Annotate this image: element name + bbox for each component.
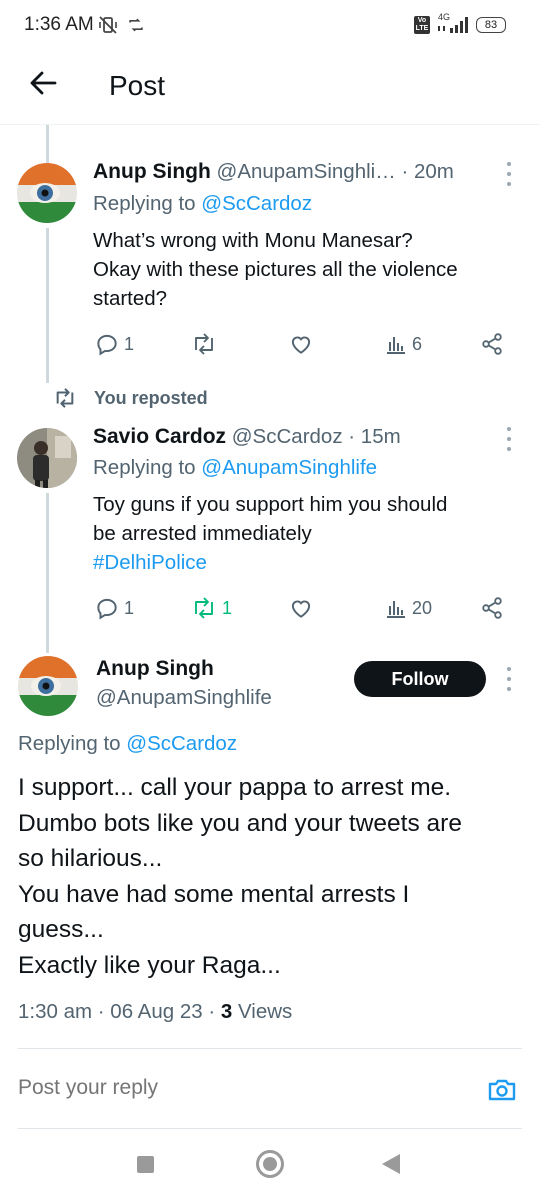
replying-to: Replying to @AnupamSinghlife bbox=[93, 456, 377, 480]
back-arrow-icon[interactable] bbox=[28, 68, 58, 98]
tweet-text-line: What’s wrong with Monu Manesar? bbox=[93, 229, 413, 252]
tweet-text-line: Dumbo bots like you and your tweets are bbox=[18, 809, 462, 837]
tweet-text-line: I support... call your pappa to arrest m… bbox=[18, 774, 452, 801]
heart-icon bbox=[291, 600, 311, 618]
repost-label-text: You reposted bbox=[94, 387, 208, 408]
reply-count: 1 bbox=[124, 333, 135, 354]
author-name-wrap: Anup Singh bbox=[96, 657, 214, 681]
more-options-icon[interactable] bbox=[504, 427, 514, 451]
replying-to: Replying to @ScCardoz bbox=[18, 732, 237, 756]
vibrate-off-icon bbox=[99, 16, 117, 34]
tweet-header: Savio Cardoz @ScCardoz · 15m bbox=[93, 425, 401, 449]
tweet-text-line: You have had some mental arrests I bbox=[18, 880, 410, 908]
follow-button[interactable]: Follow bbox=[354, 661, 486, 697]
repost-icon bbox=[195, 333, 213, 355]
thread-connector bbox=[46, 493, 49, 653]
reply-count: 1 bbox=[124, 597, 135, 618]
tweet-timestamp[interactable]: 1:30 am · 06 Aug 23 · bbox=[18, 1000, 221, 1023]
volte-icon: Vo LTE bbox=[414, 16, 430, 34]
battery-icon: 83 bbox=[476, 17, 506, 33]
avatar[interactable] bbox=[17, 428, 77, 488]
hashtag-link[interactable]: #DelhiPolice bbox=[93, 548, 533, 577]
like-button[interactable] bbox=[288, 331, 314, 357]
divider bbox=[18, 1048, 522, 1049]
divider bbox=[18, 1128, 522, 1129]
tweet-text: Toy guns if you support him you should b… bbox=[93, 490, 533, 577]
reply-icon bbox=[97, 334, 117, 356]
views-count: 20 bbox=[412, 597, 433, 618]
tweet-time: · 15m bbox=[348, 425, 401, 448]
home-button[interactable] bbox=[256, 1150, 284, 1178]
heart-icon bbox=[291, 336, 311, 354]
page-title: Post bbox=[109, 70, 166, 101]
views-label: Views bbox=[232, 1000, 293, 1023]
author-handle[interactable]: @AnupamSinghlife bbox=[96, 686, 272, 710]
repost-button[interactable] bbox=[190, 331, 218, 357]
avatar[interactable] bbox=[18, 656, 78, 716]
tweet-text-line: Okay with these pictures all the violenc… bbox=[93, 258, 458, 281]
repost-icon bbox=[195, 597, 213, 619]
recents-button[interactable] bbox=[137, 1156, 154, 1173]
repost-icon bbox=[56, 388, 74, 408]
thread-connector bbox=[46, 125, 49, 163]
views-count: 6 bbox=[412, 333, 423, 354]
tweet-text-line: Exactly like your Raga... bbox=[18, 951, 281, 979]
status-system-icons: Vo LTE 4G 83 bbox=[414, 12, 506, 35]
views-count: 3 bbox=[220, 1000, 233, 1023]
tweet-time: · 20m bbox=[401, 160, 454, 183]
tweet-text-line: be arrested immediately bbox=[93, 522, 312, 545]
system-nav-bar bbox=[0, 1130, 540, 1200]
replying-to-label: Replying to bbox=[93, 192, 202, 215]
replying-to-label: Replying to bbox=[18, 732, 127, 755]
status-notification-icons bbox=[98, 15, 146, 35]
replying-to-label: Replying to bbox=[93, 456, 202, 479]
tweet-text: I support... call your pappa to arrest m… bbox=[18, 770, 528, 983]
share-icon[interactable] bbox=[480, 332, 504, 356]
author-name[interactable]: Anup Singh bbox=[93, 160, 211, 183]
avatar[interactable] bbox=[17, 163, 77, 223]
reply-button[interactable]: 1 bbox=[94, 331, 134, 357]
tweet-text-line: Toy guns if you support him you should bbox=[93, 493, 448, 516]
reply-input[interactable] bbox=[18, 1076, 418, 1100]
views-button[interactable]: 6 bbox=[384, 331, 422, 357]
tweet-timestamp-views: 1:30 am · 06 Aug 23 · 3 Views bbox=[18, 1000, 292, 1024]
replying-to-link[interactable]: @AnupamSinghlife bbox=[201, 456, 377, 479]
repost-indicator: You reposted bbox=[52, 387, 208, 409]
views-button[interactable]: 20 bbox=[384, 595, 432, 621]
replying-to-link[interactable]: @ScCardoz bbox=[201, 192, 312, 215]
views-icon bbox=[387, 337, 405, 354]
repost-button[interactable]: 1 bbox=[190, 595, 232, 621]
author-name[interactable]: Savio Cardoz bbox=[93, 425, 226, 448]
repost-notification-icon bbox=[129, 18, 143, 32]
system-back-button[interactable] bbox=[382, 1154, 400, 1174]
views-icon bbox=[387, 601, 405, 618]
top-app-bar: Post bbox=[0, 52, 540, 120]
more-options-icon[interactable] bbox=[504, 162, 514, 186]
share-icon[interactable] bbox=[480, 596, 504, 620]
tweet-text-line: started? bbox=[93, 287, 168, 310]
like-button[interactable] bbox=[288, 595, 314, 621]
more-options-icon[interactable] bbox=[504, 667, 514, 691]
header-divider bbox=[0, 124, 540, 125]
reply-button[interactable]: 1 bbox=[94, 595, 134, 621]
replying-to-link[interactable]: @ScCardoz bbox=[126, 732, 237, 755]
camera-icon[interactable] bbox=[486, 1074, 518, 1106]
tweet-text-line: so hilarious... bbox=[18, 845, 163, 872]
author-name[interactable]: Anup Singh bbox=[96, 657, 214, 680]
reply-composer bbox=[0, 1056, 540, 1126]
repost-count: 1 bbox=[222, 597, 233, 618]
status-bar: 1:36 AM Vo LTE 4G 83 bbox=[0, 0, 540, 52]
author-handle[interactable]: @AnupamSinghli… bbox=[217, 160, 396, 183]
tweet-text-line: guess... bbox=[18, 916, 104, 943]
signal-icon: 4G bbox=[436, 12, 470, 35]
replying-to: Replying to @ScCardoz bbox=[93, 192, 312, 216]
thread-connector bbox=[46, 228, 49, 383]
tweet-text: What’s wrong with Monu Manesar? Okay wit… bbox=[93, 226, 533, 313]
tweet-header: Anup Singh @AnupamSinghli… · 20m bbox=[93, 160, 454, 184]
reply-icon bbox=[97, 598, 117, 620]
status-time: 1:36 AM bbox=[24, 14, 94, 35]
author-handle[interactable]: @ScCardoz bbox=[232, 425, 343, 448]
